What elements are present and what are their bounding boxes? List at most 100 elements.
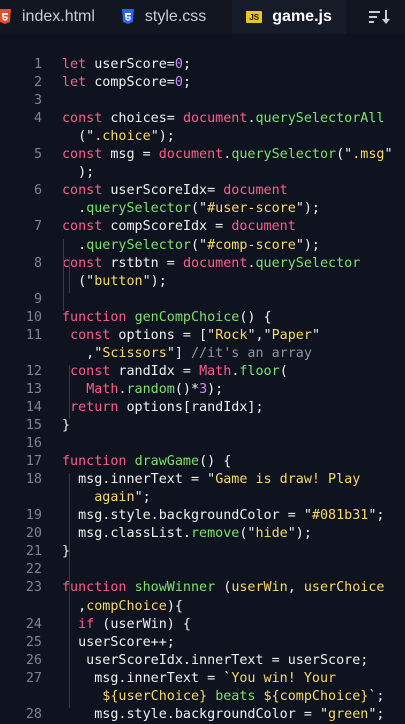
code-token: ${compChoice} [255,688,369,704]
code-token: . [247,111,256,127]
line-number: 10 [25,309,42,325]
tab-game-js[interactable]: JS game.js [232,0,346,34]
code-text: .querySelector("#user-score"); [62,200,320,218]
code-text: msg.classList.remove("hide"); [62,525,312,543]
tab-bar: index.html style.css JS game.js [0,0,405,35]
tab-style-css[interactable]: style.css [121,0,220,34]
code-token: msg.innerText = ` [62,670,232,686]
code-token: document [158,147,224,163]
code-text: ("button"); [62,273,167,291]
line-number: 12 [25,363,42,379]
code-token: "); [295,201,320,217]
sort-menu-icon[interactable] [369,8,391,26]
code-token: function [62,454,127,470]
line-number: 15 [25,418,42,433]
line-number: 9 [33,291,42,307]
code-token: msg = [102,147,159,163]
code-text: const userScoreIdx= document [62,182,288,200]
code-token: genCompChoice [134,309,240,325]
code-token: choices= [102,111,183,127]
line-number: 19 [25,508,42,524]
code-token: userScore= [86,57,175,72]
code-token: const [62,147,103,163]
code-text: msg.innerText = `You win! Your [62,670,336,688]
code-text: const randIdx = Math.floor( [62,363,288,381]
code-token: .choice [94,129,151,145]
code-text: function drawGame() { [62,453,231,471]
code-token: querySelector [231,147,337,163]
code-token: "); [295,237,320,253]
code-text: msg.style.backgroundColor = "green"; [62,706,384,724]
line-number: 8 [33,255,42,271]
code-token: rstbtn = [102,255,183,271]
code-token: if [78,616,95,632]
code-token: 0 [174,57,183,72]
code-token: 0 [174,75,183,91]
code-token: ${userChoice} [62,688,216,704]
code-token: const [70,327,111,343]
code-token: ); [62,165,95,181]
line-number: 16 [25,436,42,452]
code-token: You win! Your [231,670,337,686]
code-token: const [62,219,103,235]
code-token: compScoreIdx = [102,219,232,235]
code-token: . [247,255,256,271]
code-text: const msg = document.querySelector(".msg… [62,146,393,164]
code-token: ){ [166,598,183,614]
code-text: let userScore=0; [62,56,191,74]
code-token: userScore++; [62,634,175,650]
code-token: userScoreIdx= [102,183,224,199]
tab-index-html[interactable]: index.html [0,0,109,34]
code-token: . [118,381,127,397]
code-token: userScoreIdx.innerText = userScore; [62,652,369,668]
tab-label: index.html [22,8,95,25]
code-token: .msg [352,147,385,163]
code-token: "); [142,273,167,289]
code-token: `; [368,688,385,704]
css3-icon [121,9,135,24]
code-token: ( [279,363,288,379]
code-token: (userWin) { [94,616,191,632]
code-text: const rstbtn = document.querySelector [62,255,360,273]
line-number: 23 [25,580,42,596]
code-text: function showWinner (userWin, userChoice [62,579,385,597]
line-number: 3 [33,93,42,109]
code-text: } [62,417,70,435]
code-token: Math [199,363,232,379]
code-token: " [311,327,320,343]
code-token: function [62,309,127,325]
tab-label: game.js [272,8,332,25]
line-number: 1 [33,57,42,72]
code-text: ,"Scissors"] //it's an array [62,345,312,363]
code-token: userWin [231,580,288,596]
code-text: return options[randIdx]; [62,399,264,417]
code-token: ()* [174,381,200,397]
code-text: if (userWin) { [62,616,191,634]
line-number: 20 [25,526,42,542]
code-token: ," [62,345,103,361]
line-number: 21 [25,544,42,560]
code-token: ); [207,381,224,397]
code-token: "); [287,526,312,542]
code-token: " [384,147,393,163]
code-token: document [223,183,288,199]
code-editor[interactable]: 1 let userScore=0; 2 let compScore=0; 3 4 cons… [0,34,405,722]
line-number: 7 [33,219,42,235]
code-token: again [62,490,135,506]
code-token: const [62,111,103,127]
code-token: document [231,219,296,235]
line-number: 2 [33,75,42,91]
code-token: Game is draw! Play [215,472,361,488]
line-number: 17 [25,454,42,470]
code-token: "," [247,327,272,343]
code-token: options = [" [110,327,216,343]
code-token: "; [368,508,385,524]
code-token: () { [239,309,272,325]
code-token: document [182,111,248,127]
code-token: ; [182,75,191,91]
code-token: let [62,57,87,72]
code-token: , [62,598,87,614]
